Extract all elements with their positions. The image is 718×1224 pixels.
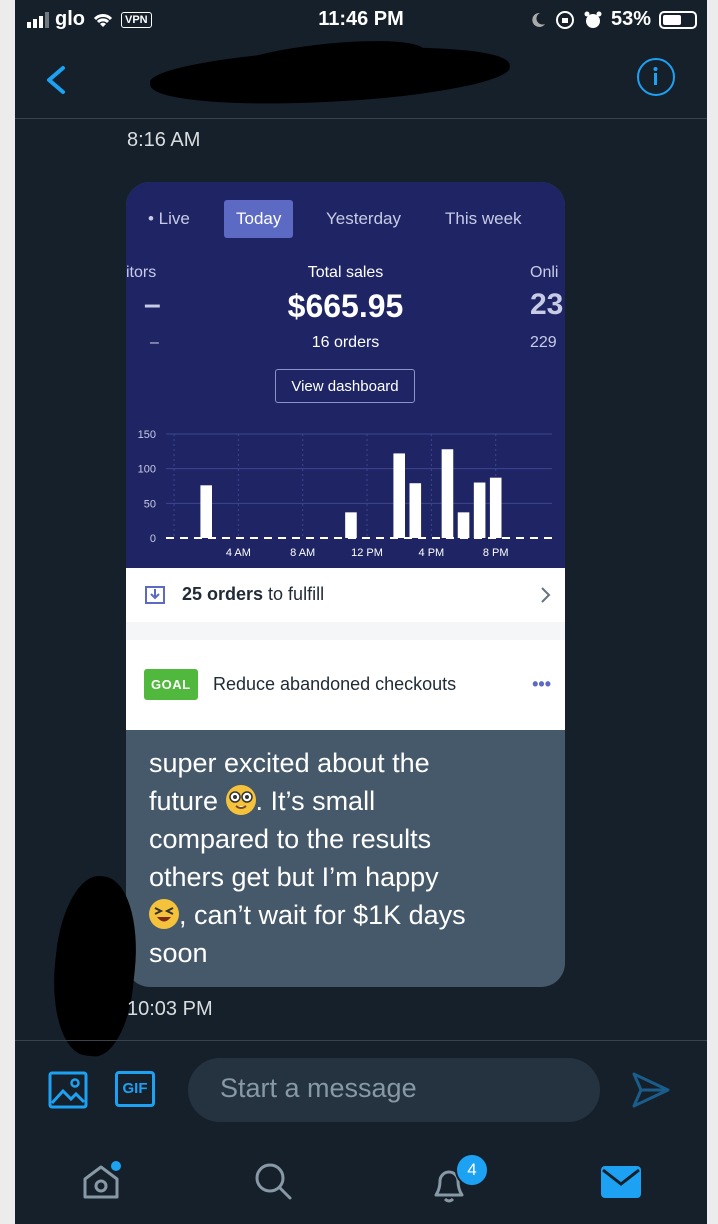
- more-options-icon: •••: [532, 674, 551, 694]
- online-value: 23: [530, 288, 564, 321]
- x-tick-label: 12 PM: [351, 547, 383, 559]
- y-tick-label: 50: [144, 498, 156, 510]
- y-tick-label: 0: [150, 533, 156, 545]
- y-tick-label: 150: [138, 429, 156, 441]
- back-arrow-icon[interactable]: [37, 60, 77, 100]
- battery-percent: 53%: [610, 8, 651, 30]
- x-tick-label: 8 AM: [290, 547, 315, 559]
- phone-screen: glo VPN 11:46 PM 53% 8:16 AM • Live Toda…: [15, 0, 707, 1224]
- metrics-row: itors – – Total sales $665.95 16 orders …: [126, 262, 565, 352]
- message-input[interactable]: Start a message: [188, 1058, 600, 1122]
- message-line: soon: [149, 938, 208, 968]
- alarm-icon: [584, 11, 602, 28]
- fulfill-count: 25 orders: [182, 584, 264, 604]
- moon-icon: [532, 12, 545, 27]
- total-sales-value: $665.95: [287, 288, 404, 324]
- message-segment: , can’t wait for $1K days: [179, 900, 466, 930]
- chart-bar: [409, 483, 422, 538]
- goal-text: Reduce abandoned checkouts: [213, 674, 457, 694]
- tab-today: Today: [224, 200, 294, 238]
- message-segment: . It’s small: [255, 786, 376, 816]
- chart-bar: [457, 512, 470, 538]
- message-segment: future: [149, 786, 226, 816]
- message-text: super excited about the future . It’s sm…: [149, 744, 549, 972]
- battery-icon: [659, 10, 697, 29]
- period-tabs: • Live Today Yesterday This week: [126, 200, 565, 240]
- message-timestamp: 10:03 PM: [127, 998, 213, 1020]
- rotation-lock-icon: [555, 10, 574, 29]
- fulfill-box-icon: [145, 586, 165, 604]
- fulfill-suffix: to fulfill: [263, 584, 325, 604]
- image-icon[interactable]: [48, 1071, 88, 1109]
- sales-bar-chart: 150 100 50 0 4 AM 8 AM 12 PM 4 PM 8 PM: [138, 429, 552, 559]
- orders-to-fulfill-row: 25 orders to fulfill: [126, 568, 565, 623]
- tab-live: • Live: [148, 209, 190, 228]
- goal-row: GOAL Reduce abandoned checkouts •••: [126, 640, 565, 730]
- message-line: others get but I’m happy: [149, 862, 439, 892]
- view-dashboard-button: View dashboard: [275, 369, 415, 403]
- chart-bar: [441, 449, 454, 538]
- x-tick-label: 8 PM: [483, 547, 509, 559]
- online-sub: 229: [530, 334, 557, 351]
- status-bar: glo VPN 11:46 PM 53%: [15, 0, 707, 40]
- total-sales-label: Total sales: [307, 264, 384, 281]
- chevron-right-icon: [541, 587, 551, 603]
- status-right: 53%: [529, 8, 697, 31]
- message-composer: GIF Start a message: [15, 1040, 707, 1136]
- x-tick-label: 4 PM: [419, 547, 445, 559]
- chart-bar: [200, 485, 212, 538]
- x-tick-label: 4 AM: [226, 547, 251, 559]
- message-line: future . It’s small: [149, 782, 549, 820]
- chart-bar: [489, 477, 502, 538]
- chart-bar: [473, 482, 486, 538]
- y-tick-label: 100: [138, 464, 156, 476]
- chart-bar: [393, 453, 405, 538]
- messages-envelope-icon[interactable]: [600, 1165, 642, 1199]
- card-divider: [126, 622, 565, 640]
- message-line: super excited about the: [149, 748, 430, 778]
- goal-badge: GOAL: [144, 669, 198, 700]
- notifications-count-badge: 4: [455, 1153, 489, 1187]
- chart-bar: [345, 512, 357, 538]
- gif-button[interactable]: GIF: [115, 1071, 155, 1107]
- bottom-tab-bar: 4: [15, 1135, 707, 1224]
- message-input-placeholder: Start a message: [220, 1073, 417, 1103]
- send-icon[interactable]: [631, 1071, 671, 1109]
- fulfill-text: 25 orders to fulfill: [182, 584, 324, 605]
- info-icon[interactable]: [637, 58, 675, 96]
- conversation-header: [15, 33, 707, 119]
- orders-count: 16 orders: [311, 334, 380, 351]
- shopify-dashboard-screenshot: • Live Today Yesterday This week itors –…: [126, 182, 565, 568]
- message-line: compared to the results: [149, 824, 432, 854]
- message-timestamp: 8:16 AM: [127, 129, 201, 151]
- online-label: Onli: [530, 264, 559, 281]
- message-bubble[interactable]: • Live Today Yesterday This week itors –…: [126, 182, 565, 987]
- search-icon[interactable]: [253, 1161, 293, 1201]
- tab-this-week: This week: [445, 209, 522, 228]
- nerd-face-emoji-icon: [225, 785, 256, 815]
- tab-yesterday: Yesterday: [326, 209, 401, 228]
- grinning-squinting-emoji-icon: [149, 899, 179, 929]
- home-icon[interactable]: [79, 1161, 123, 1201]
- message-line: , can’t wait for $1K days: [149, 896, 549, 934]
